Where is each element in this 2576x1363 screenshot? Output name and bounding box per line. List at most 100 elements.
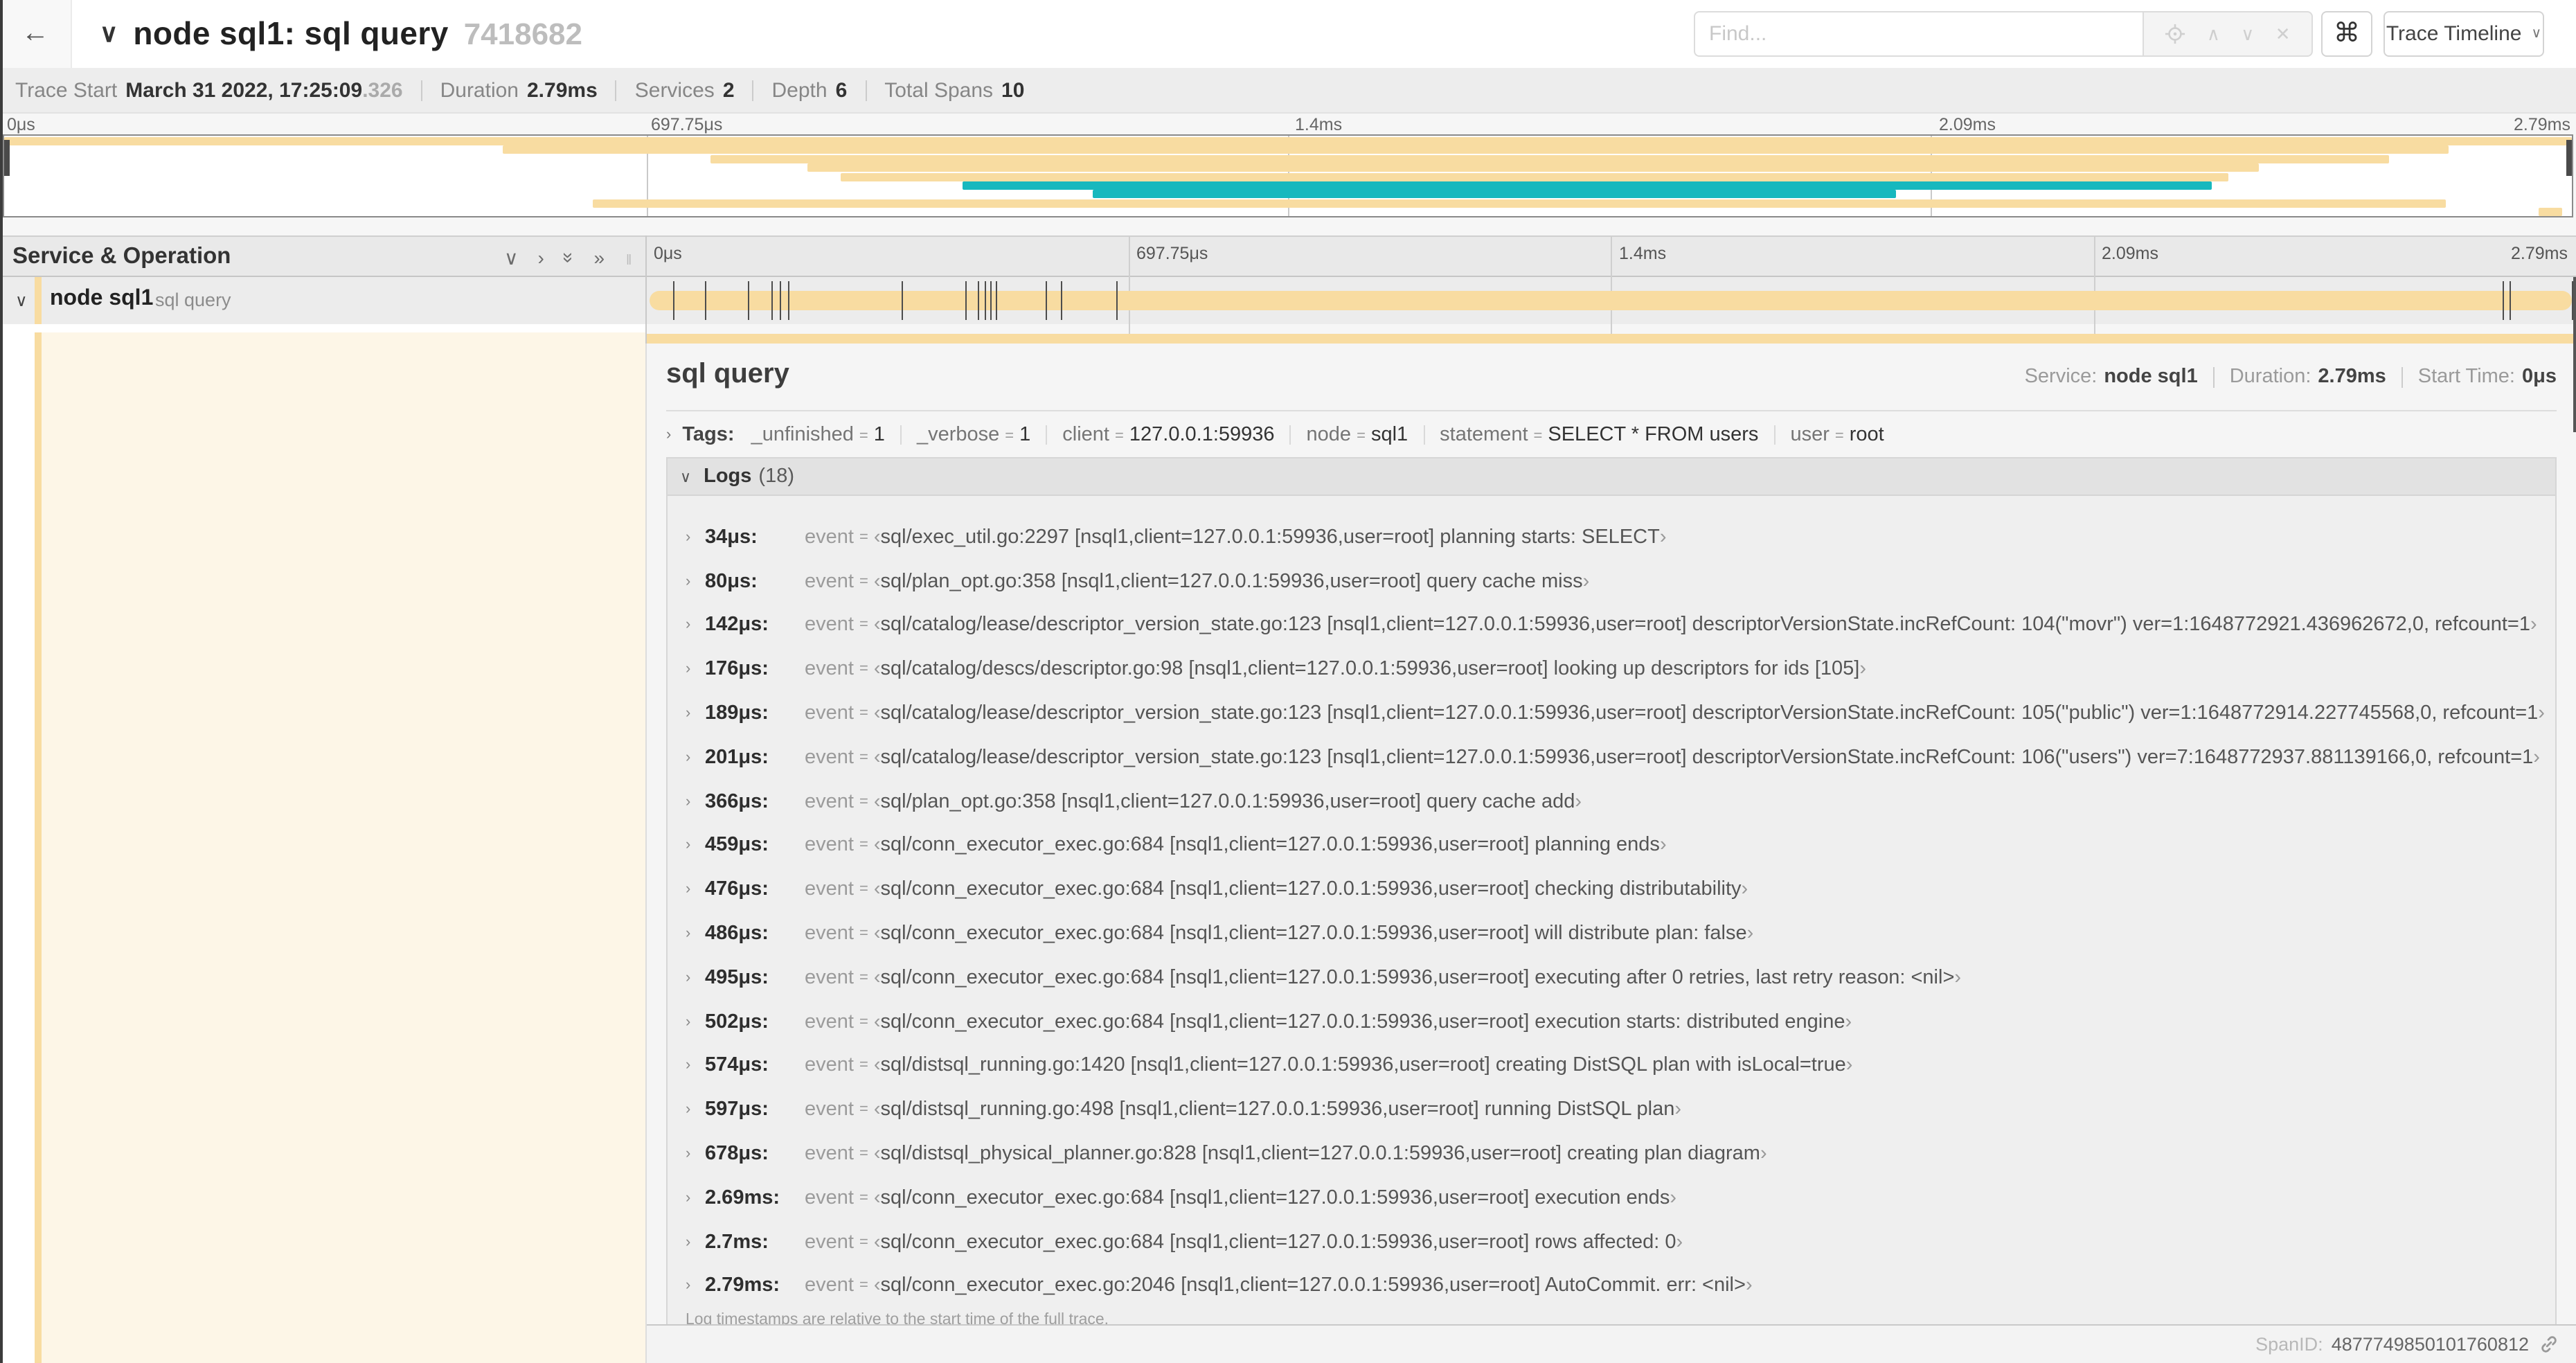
span-duration-bar[interactable]: [650, 291, 2572, 310]
log-entry-row[interactable]: › 2.79ms: event = ‹ sql/conn_executor_exec.go…: [668, 1264, 2555, 1308]
log-chevron-right-icon[interactable]: ›: [686, 749, 705, 766]
tag-value: sql1: [1370, 424, 1408, 446]
log-entry-row[interactable]: › 574μs: event = ‹ sql/distsql_running.go:142…: [668, 1044, 2555, 1088]
find-input[interactable]: [1694, 11, 2143, 57]
log-chevron-right-icon[interactable]: ›: [686, 1190, 705, 1206]
tags-chevron-right-icon[interactable]: ›: [666, 427, 671, 443]
log-entry-row[interactable]: › 366μs: event = ‹ sql/plan_opt.go:358 [nsql1…: [668, 780, 2555, 824]
tag-equals: =: [859, 428, 868, 445]
log-field-key: event: [805, 966, 854, 989]
log-entry-row[interactable]: › 34μs: event = ‹ sql/exec_util.go:2297 [nsql…: [668, 515, 2555, 560]
view-selector-button[interactable]: Trace Timeline ∨: [2383, 11, 2544, 57]
expand-one-icon[interactable]: ›: [538, 247, 544, 269]
logs-header[interactable]: ∨ Logs (18): [668, 458, 2555, 496]
logs-count: (18): [758, 465, 794, 488]
log-chevron-right-icon[interactable]: ›: [686, 1278, 705, 1294]
meta-divider: [420, 80, 422, 100]
log-chevron-right-icon[interactable]: ›: [686, 617, 705, 634]
logs-chevron-down-icon[interactable]: ∨: [680, 467, 691, 485]
log-close-quote: ›: [1746, 923, 1754, 945]
log-chevron-right-icon[interactable]: ›: [686, 661, 705, 678]
log-equals: =: [859, 1101, 868, 1119]
log-entry-row[interactable]: › 597μs: event = ‹ sql/distsql_running.go:498…: [668, 1088, 2555, 1132]
tag-equals: =: [1357, 428, 1366, 445]
log-equals: =: [859, 969, 868, 986]
row-chevron-down-icon[interactable]: ∨: [15, 291, 28, 310]
title-chevron-down-icon[interactable]: ∨: [100, 19, 118, 48]
tag-key: statement: [1440, 424, 1528, 446]
log-timestamp: 2.69ms:: [705, 1186, 780, 1209]
log-chevron-right-icon[interactable]: ›: [686, 837, 705, 854]
log-timestamp: 597μs:: [705, 1098, 769, 1121]
log-chevron-right-icon[interactable]: ›: [686, 1146, 705, 1162]
log-event-tick: [771, 281, 773, 320]
deep-link-icon[interactable]: [2539, 1334, 2559, 1355]
log-entry-row[interactable]: › 2.7ms: event = ‹ sql/conn_executor_exec.go:…: [668, 1220, 2555, 1265]
log-chevron-right-icon[interactable]: ›: [686, 882, 705, 898]
log-chevron-right-icon[interactable]: ›: [686, 1058, 705, 1074]
log-field-value: sql/conn_executor_exec.go:684 [nsql1,cli…: [880, 1231, 1676, 1254]
log-entry-row[interactable]: › 486μs: event = ‹ sql/conn_executor_exec.go:…: [668, 911, 2555, 956]
log-entry-row[interactable]: › 502μs: event = ‹ sql/conn_executor_exec.go:…: [668, 1000, 2555, 1044]
find-clear-icon[interactable]: ✕: [2275, 23, 2291, 45]
log-chevron-right-icon[interactable]: ›: [686, 529, 705, 546]
log-entry-row[interactable]: › 142μs: event = ‹ sql/catalog/lease/descript…: [668, 603, 2555, 648]
log-open-quote: ‹: [873, 614, 881, 636]
tag-item: node = sql1: [1307, 424, 1408, 446]
log-equals: =: [859, 528, 868, 546]
log-chevron-right-icon[interactable]: ›: [686, 1013, 705, 1030]
log-chevron-right-icon[interactable]: ›: [686, 793, 705, 810]
log-entry-row[interactable]: › 189μs: event = ‹ sql/catalog/lease/descript…: [668, 691, 2555, 736]
collapse-one-icon[interactable]: ∨: [504, 246, 519, 269]
viewport-scrubber-left[interactable]: [4, 140, 10, 176]
span-bar-row[interactable]: [645, 277, 2576, 324]
log-entry-row[interactable]: › 80μs: event = ‹ sql/plan_opt.go:358 [nsql1,…: [668, 560, 2555, 604]
log-event-tick: [902, 281, 904, 320]
log-field-key: event: [805, 746, 854, 769]
log-close-quote: ›: [1676, 1231, 1683, 1254]
meta-value: March 31 2022, 17:25:09: [125, 78, 363, 102]
locate-icon[interactable]: [2165, 24, 2185, 44]
meta-value: 2: [722, 78, 735, 102]
keyboard-shortcuts-button[interactable]: ⌘: [2321, 11, 2372, 57]
left-column-cream-fill: [41, 332, 645, 1363]
log-timestamp: 476μs:: [705, 878, 769, 901]
viewport-scrubber-right[interactable]: [2566, 140, 2572, 176]
log-chevron-right-icon[interactable]: ›: [686, 1233, 705, 1250]
service-operation-header: Service & Operation: [12, 244, 231, 269]
log-chevron-right-icon[interactable]: ›: [686, 573, 705, 589]
tags-row[interactable]: › Tags: _unfinished = 1 _verbose = 1 client = 12…: [666, 418, 1884, 452]
log-entry-row[interactable]: › 459μs: event = ‹ sql/conn_executor_exec.go:…: [668, 823, 2555, 868]
scrollbar-thumb[interactable]: [2573, 277, 2576, 432]
log-entry-row[interactable]: › 495μs: event = ‹ sql/conn_executor_exec.go:…: [668, 956, 2555, 1000]
log-equals: =: [859, 793, 868, 810]
find-prev-icon[interactable]: ∧: [2207, 23, 2220, 45]
log-open-quote: ‹: [873, 1143, 881, 1166]
span-detail-panel: sql query Service: node sql1 Duration: 2…: [645, 344, 2576, 1363]
minimap-span: [807, 163, 2259, 172]
log-chevron-right-icon[interactable]: ›: [686, 970, 705, 986]
log-equals: =: [859, 881, 868, 898]
minimap-span: [4, 137, 2572, 145]
tag-item: client = 127.0.0.1:59936: [1062, 424, 1274, 446]
column-resizer-grip[interactable]: ‖: [626, 253, 633, 269]
find-next-icon[interactable]: ∨: [2241, 23, 2254, 45]
back-button[interactable]: ←: [0, 0, 72, 68]
log-entry-row[interactable]: › 176μs: event = ‹ sql/catalog/descs/descript…: [668, 648, 2555, 692]
log-chevron-right-icon[interactable]: ›: [686, 705, 705, 722]
log-event-tick: [747, 281, 749, 320]
span-color-indicator: [35, 277, 42, 324]
log-entry-row[interactable]: › 476μs: event = ‹ sql/conn_executor_exec.go:…: [668, 868, 2555, 912]
log-chevron-right-icon[interactable]: ›: [686, 925, 705, 942]
log-entry-row[interactable]: › 201μs: event = ‹ sql/catalog/lease/descript…: [668, 736, 2555, 780]
log-entry-row[interactable]: › 2.69ms: event = ‹ sql/conn_executor_exec.go…: [668, 1176, 2555, 1220]
expand-all-icon[interactable]: »: [593, 247, 605, 269]
minimap-span: [1093, 190, 1897, 199]
collapse-all-icon[interactable]: »: [558, 252, 580, 263]
log-chevron-right-icon[interactable]: ›: [686, 1102, 705, 1119]
minimap-canvas[interactable]: [3, 134, 2573, 217]
log-entry-row[interactable]: › 678μs: event = ‹ sql/distsql_physical_plann…: [668, 1132, 2555, 1176]
log-close-quote: ›: [1845, 1010, 1852, 1033]
trace-meta-item: Services 2: [635, 78, 735, 102]
duration-value: 2.79ms: [2318, 366, 2386, 388]
